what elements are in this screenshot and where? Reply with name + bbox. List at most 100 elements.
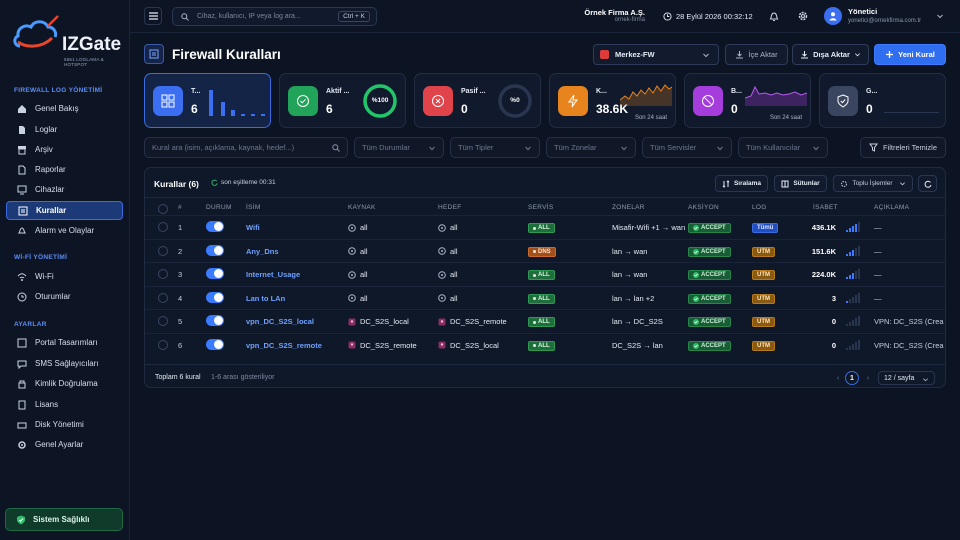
user-menu[interactable]: Yönetici yonetici@ornekfirma.com.tr: [848, 7, 921, 24]
rule-status-toggle[interactable]: [206, 221, 224, 232]
row-checkbox[interactable]: [158, 245, 168, 256]
column-header-status[interactable]: DURUM: [206, 204, 232, 211]
import-button[interactable]: İçe Aktar: [725, 44, 788, 65]
firewall-select-value: Merkez-FW: [615, 50, 655, 59]
stat-value: 6: [326, 102, 333, 116]
sidebar-item-license[interactable]: Lisans: [6, 395, 123, 414]
column-header-zones[interactable]: ZONELAR: [612, 204, 645, 211]
row-checkbox[interactable]: [158, 269, 168, 279]
notifications-bell-icon[interactable]: [768, 10, 780, 22]
rule-name-link[interactable]: Wifi: [246, 223, 344, 232]
sidebar-item-devices[interactable]: Cihazlar: [6, 180, 123, 199]
column-header-hits[interactable]: İSABET: [813, 204, 838, 211]
table-row[interactable]: 4 Lan to LAn all all ALL lan → lan +2 ACCEPT UT…: [145, 285, 945, 309]
status-filter-select[interactable]: Tüm Durumlar: [354, 137, 444, 158]
menu-toggle-button[interactable]: [144, 7, 162, 25]
avatar[interactable]: [824, 7, 842, 25]
rule-search-input[interactable]: Kural ara (isim, açıklama, kaynak, hedef…: [144, 137, 348, 158]
row-checkbox[interactable]: [158, 316, 168, 326]
log-badge-label: UTM: [757, 295, 770, 302]
sidebar-item-general-settings[interactable]: Genel Ayarlar: [6, 435, 123, 454]
row-checkbox[interactable]: [158, 292, 168, 303]
search-icon: [181, 12, 189, 21]
clear-filters-button[interactable]: Filtreleri Temizle: [860, 137, 946, 158]
sidebar-item-label: Alarm ve Olaylar: [35, 226, 95, 235]
org-switcher[interactable]: Örnek Firma A.Ş. ornek-firma: [577, 8, 645, 23]
firewall-select[interactable]: Merkez-FW: [593, 44, 719, 65]
column-header-action[interactable]: AKSİYON: [688, 204, 719, 211]
row-checkbox[interactable]: [158, 339, 168, 350]
stat-card-hits[interactable]: K... 38.6K Son 24 saat: [549, 73, 676, 128]
column-header-description[interactable]: AÇIKLAMA: [874, 204, 909, 211]
globe-icon: [348, 270, 356, 279]
sidebar-item-wifi[interactable]: Wi-Fi: [6, 267, 123, 286]
rule-name-link[interactable]: Internet_Usage: [246, 270, 344, 279]
table-row[interactable]: 6 vpn_DC_S2S_remote DC_S2S_remote DC_S2S_lo…: [145, 332, 945, 356]
sidebar-item-alarms[interactable]: Alarm ve Olaylar: [6, 221, 123, 240]
sidebar-item-reports[interactable]: Raporlar: [6, 160, 123, 179]
refresh-button[interactable]: [918, 175, 937, 192]
global-search-input[interactable]: Cihaz, kullanıcı, IP veya log ara... Ctr…: [172, 7, 377, 26]
column-header-destination[interactable]: HEDEF: [438, 204, 462, 211]
column-header-service[interactable]: SERVİS: [528, 204, 554, 211]
type-filter-value: Tüm Tipler: [458, 143, 494, 152]
bulk-actions-button[interactable]: Toplu İşlemler: [833, 175, 913, 192]
new-rule-button[interactable]: Yeni Kural: [874, 44, 946, 65]
rules-panel: Kurallar (6) son eşitleme 00:31 Sıralama…: [144, 167, 946, 388]
globe-icon: [438, 223, 446, 232]
sidebar-item-disk[interactable]: Disk Yönetimi: [6, 415, 123, 434]
sidebar-item-auth[interactable]: Kimlik Doğrulama: [6, 374, 123, 393]
columns-button[interactable]: Sütunlar: [774, 175, 827, 192]
table-row[interactable]: 5 vpn_DC_S2S_local DC_S2S_local DC_S2S_remo…: [145, 309, 945, 332]
rule-status-toggle[interactable]: [206, 244, 224, 256]
rule-status-toggle[interactable]: [206, 338, 224, 350]
sidebar-item-archive[interactable]: Arşiv: [6, 140, 123, 159]
sidebar-item-overview[interactable]: Genel Bakış: [6, 99, 123, 118]
stat-card-active[interactable]: Aktif ... 6 %100: [279, 73, 406, 128]
stat-card-g[interactable]: G... 0: [819, 73, 946, 128]
sidebar-item-sessions[interactable]: Oturumlar: [6, 287, 123, 306]
rule-name-link[interactable]: Any_Dns: [246, 247, 344, 256]
sidebar-item-rules[interactable]: Kurallar: [6, 201, 123, 220]
column-header-name[interactable]: İSİM: [246, 204, 261, 211]
sidebar-item-portal[interactable]: Portal Tasarımları: [6, 333, 123, 352]
sidebar-item-sms[interactable]: SMS Sağlayıcıları: [6, 354, 123, 373]
column-header-source[interactable]: KAYNAK: [348, 204, 376, 211]
rule-status-toggle[interactable]: [206, 268, 224, 279]
table-row[interactable]: 3 Internet_Usage all all ALL lan → wan ACCEPT U…: [145, 262, 945, 285]
table-row[interactable]: 1 Wifi all all ALL Misafir-Wifi +1 → wan ACCEP…: [145, 215, 945, 238]
check-icon: [693, 319, 699, 325]
rule-name-link[interactable]: vpn_DC_S2S_local: [246, 317, 344, 326]
stat-card-total[interactable]: T... 6: [144, 73, 271, 128]
service-filter-select[interactable]: Tüm Servisler: [642, 137, 732, 158]
next-page-button[interactable]: ›: [863, 371, 873, 385]
columns-icon: [781, 180, 789, 187]
zone-filter-select[interactable]: Tüm Zonelar: [546, 137, 636, 158]
rule-status-toggle[interactable]: [206, 315, 224, 326]
stat-card-blocked[interactable]: B... 0 Son 24 saat: [684, 73, 811, 128]
sidebar-item-logs[interactable]: Loglar: [6, 120, 123, 139]
chevron-down-icon[interactable]: [936, 12, 944, 20]
column-header-log[interactable]: LOG: [752, 204, 767, 211]
rule-name-link[interactable]: vpn_DC_S2S_remote: [246, 341, 344, 350]
select-all-checkbox[interactable]: [158, 204, 168, 214]
brand-logo[interactable]: IZGate 5651 LOGLAMA & HOTSPOT: [12, 12, 122, 67]
globe-icon: [348, 294, 356, 302]
stat-label: K...: [596, 88, 607, 95]
table-row[interactable]: 2 Any_Dns all all DNS lan → wan ACCEPT UTM 151.6…: [145, 238, 945, 262]
page-size-select[interactable]: 12 / sayfa: [878, 371, 935, 385]
datetime-display: 28 Eylül 2026 00:32:12: [663, 12, 753, 21]
system-health-button[interactable]: Sistem Sağlıklı: [5, 508, 123, 531]
rule-status-toggle[interactable]: [206, 291, 224, 303]
sort-button[interactable]: Sıralama: [715, 175, 768, 192]
settings-gear-icon[interactable]: [797, 10, 809, 22]
stat-card-passive[interactable]: Pasif ... 0 %0: [414, 73, 541, 128]
type-filter-select[interactable]: Tüm Tipler: [450, 137, 540, 158]
page-number-button[interactable]: 1: [845, 371, 859, 385]
prev-page-button[interactable]: ‹: [833, 371, 843, 385]
row-checkbox[interactable]: [158, 222, 168, 232]
column-header-number[interactable]: #: [178, 204, 182, 211]
export-button[interactable]: Dışa Aktar: [792, 44, 869, 65]
rule-name-link[interactable]: Lan to LAn: [246, 294, 344, 303]
user-filter-select[interactable]: Tüm Kullanıcılar: [738, 137, 828, 158]
